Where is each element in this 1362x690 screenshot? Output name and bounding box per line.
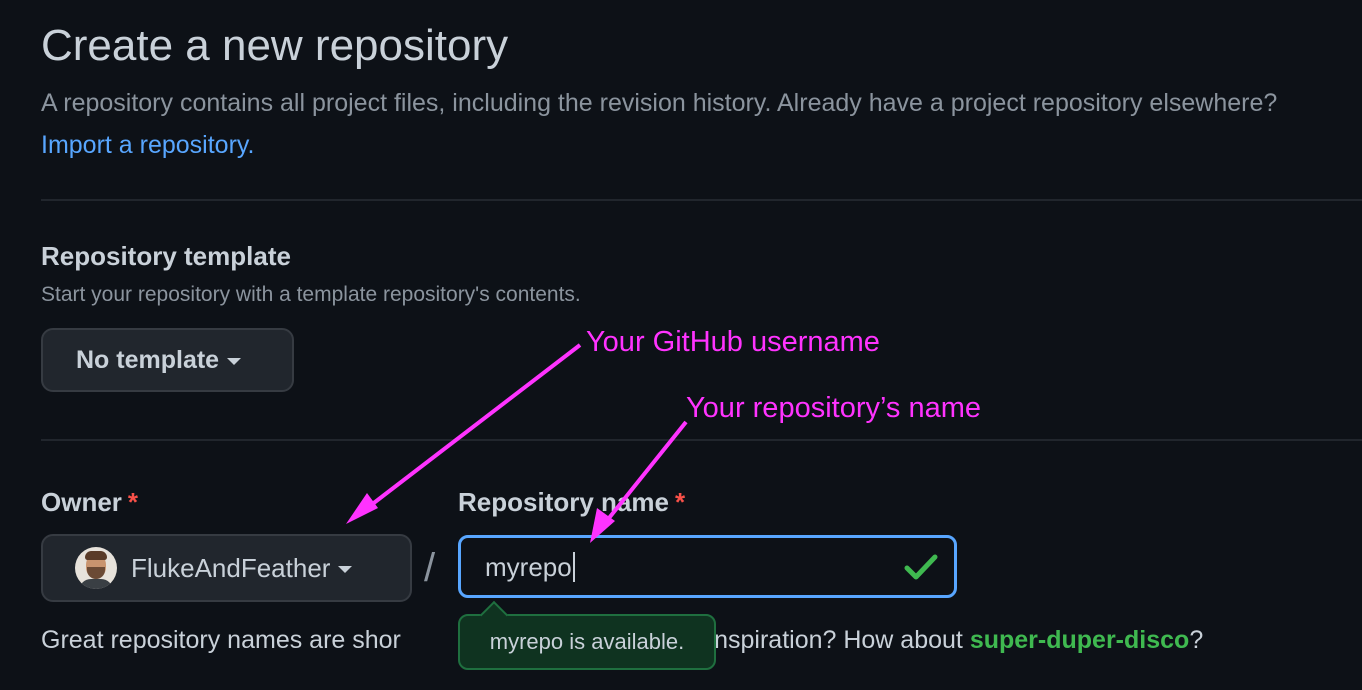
annotation-repository-name: Your repository’s name — [686, 392, 981, 424]
caret-down-icon — [338, 566, 353, 573]
tooltip-pointer — [479, 600, 509, 630]
check-icon — [904, 554, 938, 580]
repository-name-input-value: myrepo — [485, 551, 575, 582]
template-dropdown-label: No template — [76, 345, 220, 374]
divider — [41, 199, 1362, 201]
suggested-name-link[interactable]: super-duper-disco — [970, 626, 1189, 654]
owner-repo-separator: / — [424, 546, 436, 590]
avatar — [75, 547, 117, 589]
required-marker: * — [127, 487, 139, 517]
required-marker: * — [674, 487, 686, 517]
availability-tooltip-text: myrepo is available. — [489, 629, 685, 654]
hint-prefix: Great repository names are shor — [41, 626, 401, 654]
annotation-username: Your GitHub username — [586, 326, 880, 358]
owner-label: Owner * — [41, 484, 138, 520]
repository-name-label-text: Repository name — [458, 487, 669, 517]
availability-tooltip: myrepo is available. — [458, 600, 716, 670]
page-title: Create a new repository — [41, 21, 509, 70]
owner-dropdown-value: FlukeAndFeather — [131, 552, 331, 583]
hint-suffix: ? — [1189, 626, 1204, 654]
template-section-heading: Repository template — [41, 241, 291, 271]
subtitle-text: A repository contains all project files,… — [41, 89, 1278, 117]
divider — [41, 439, 1362, 441]
repository-name-input[interactable]: myrepo — [458, 535, 957, 598]
template-section-description: Start your repository with a template re… — [41, 283, 581, 306]
owner-dropdown-button[interactable]: FlukeAndFeather — [41, 534, 412, 602]
repository-name-label: Repository name * — [458, 484, 685, 520]
page-subtitle: A repository contains all project files,… — [41, 82, 1351, 166]
template-dropdown-button[interactable]: No template — [41, 328, 294, 392]
caret-down-icon — [227, 358, 242, 365]
import-repository-link[interactable]: Import a repository. — [41, 131, 255, 159]
owner-label-text: Owner — [41, 487, 122, 517]
